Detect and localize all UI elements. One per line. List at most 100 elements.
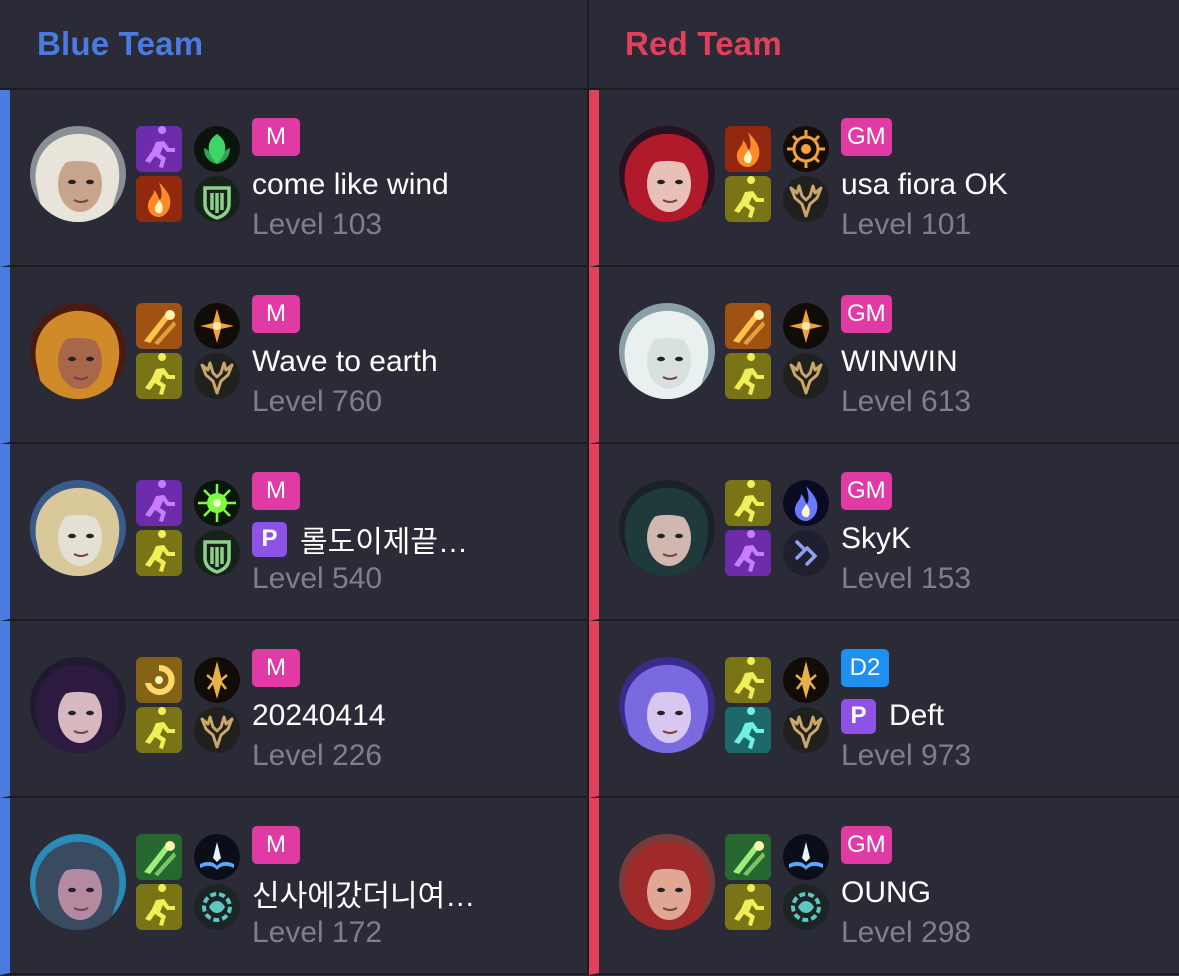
player-name[interactable]: OUNG	[841, 876, 931, 910]
red-team-title: Red Team	[625, 25, 782, 62]
player-name-row: 20240414	[252, 694, 385, 738]
player-level: Level 101	[841, 208, 972, 241]
champion-avatar[interactable]	[30, 657, 126, 753]
spell-yellow-flash-icon	[725, 176, 771, 222]
tier-badge: M	[252, 295, 300, 333]
spell-green-teleport-icon	[136, 834, 182, 880]
champion-avatar[interactable]	[30, 126, 126, 222]
player-level: Level 103	[252, 208, 383, 241]
player-name-row: P 롤도이제끝…	[252, 517, 468, 561]
champion-avatar[interactable]	[30, 834, 126, 930]
match-scoreboard: Blue Team Red Team M come like wind Leve…	[0, 0, 1179, 976]
rune-blue-book-icon	[783, 834, 829, 880]
red-player-row-3[interactable]: GM SkyK Level 153	[589, 444, 1179, 621]
rune-green-shield-icon	[194, 530, 240, 576]
spell-orange-strike-icon	[725, 303, 771, 349]
red-player-row-2[interactable]: GM WINWIN Level 613	[589, 267, 1179, 444]
spell-gold-swirl-icon	[136, 657, 182, 703]
rune-gold-sun-icon	[783, 126, 829, 172]
spell-purple-runner-icon	[725, 530, 771, 576]
blue-team-title: Blue Team	[0, 0, 589, 88]
team-header-row: Blue Team Red Team	[0, 0, 1179, 90]
player-level: Level 760	[252, 385, 383, 418]
champion-avatar[interactable]	[30, 480, 126, 576]
player-name[interactable]: usa fiora OK	[841, 168, 1008, 202]
spell-red-fire-icon	[725, 126, 771, 172]
rune-teal-gear-icon	[783, 884, 829, 930]
spell-yellow-flash-icon	[725, 353, 771, 399]
champion-avatar[interactable]	[619, 657, 715, 753]
player-name[interactable]: Wave to earth	[252, 345, 438, 379]
player-level: Level 226	[252, 739, 383, 772]
spell-purple-runner-icon	[136, 126, 182, 172]
tier-badge: GM	[841, 472, 892, 510]
player-name[interactable]: come like wind	[252, 168, 449, 202]
champion-avatar[interactable]	[619, 303, 715, 399]
red-player-row-1[interactable]: GM usa fiora OK Level 101	[589, 90, 1179, 267]
rune-gold-antlers-icon	[783, 353, 829, 399]
team-columns: M come like wind Level 103 M Wave to ear…	[0, 90, 1179, 975]
spell-orange-strike-icon	[136, 303, 182, 349]
player-name[interactable]: WINWIN	[841, 345, 958, 379]
pro-badge: P	[252, 521, 287, 557]
rune-gold-cross-icon	[194, 303, 240, 349]
spell-yellow-flash-icon	[725, 480, 771, 526]
player-name[interactable]: 20240414	[252, 699, 385, 733]
champion-avatar[interactable]	[619, 126, 715, 222]
player-name-row: Wave to earth	[252, 340, 438, 384]
red-player-row-4[interactable]: D2 P Deft Level 973	[589, 621, 1179, 798]
spell-yellow-flash-icon	[725, 657, 771, 703]
player-name-row: OUNG	[841, 871, 931, 915]
rune-gold-cross-icon	[783, 303, 829, 349]
player-name-row: 신사에갔더니여…	[252, 871, 475, 915]
spell-yellow-flash-icon	[136, 884, 182, 930]
blue-player-row-2[interactable]: M Wave to earth Level 760	[0, 267, 587, 444]
champion-avatar[interactable]	[619, 480, 715, 576]
rune-gold-antlers-icon	[194, 353, 240, 399]
rune-green-burst-icon	[194, 480, 240, 526]
rune-gold-antlers-icon	[783, 176, 829, 222]
spell-purple-runner-icon	[136, 480, 182, 526]
blue-player-row-5[interactable]: M 신사에갔더니여… Level 172	[0, 798, 587, 975]
tier-badge: D2	[841, 649, 889, 687]
player-level: Level 613	[841, 385, 972, 418]
blue-player-row-1[interactable]: M come like wind Level 103	[0, 90, 587, 267]
rune-blue-flame-icon	[783, 480, 829, 526]
player-name-row: P Deft	[841, 694, 944, 738]
player-name[interactable]: 신사에갔더니여…	[252, 871, 475, 915]
player-name[interactable]: SkyK	[841, 522, 911, 556]
champion-avatar[interactable]	[619, 834, 715, 930]
rune-gold-blade-icon	[194, 657, 240, 703]
tier-badge: GM	[841, 826, 892, 864]
rune-gold-blade-icon	[783, 657, 829, 703]
blue-team-list: M come like wind Level 103 M Wave to ear…	[0, 90, 589, 975]
champion-avatar[interactable]	[30, 303, 126, 399]
rune-blue-arrows-icon	[783, 530, 829, 576]
spell-green-teleport-icon	[725, 834, 771, 880]
tier-badge: M	[252, 826, 300, 864]
red-player-row-5[interactable]: GM OUNG Level 298	[589, 798, 1179, 975]
player-level: Level 153	[841, 562, 972, 595]
player-level: Level 298	[841, 916, 972, 949]
blue-player-row-4[interactable]: M 20240414 Level 226	[0, 621, 587, 798]
red-team-list: GM usa fiora OK Level 101 GM WINWIN Leve…	[589, 90, 1179, 975]
player-name-row: WINWIN	[841, 340, 958, 384]
player-level: Level 540	[252, 562, 383, 595]
spell-yellow-flash-icon	[136, 530, 182, 576]
rune-teal-gear-icon	[194, 884, 240, 930]
pro-badge: P	[841, 698, 876, 734]
spell-yellow-flash-icon	[136, 353, 182, 399]
player-name-row: usa fiora OK	[841, 163, 1008, 207]
spell-red-fire-icon	[136, 176, 182, 222]
player-level: Level 172	[252, 916, 383, 949]
rune-green-shield-icon	[194, 176, 240, 222]
player-name[interactable]: 롤도이제끝…	[300, 517, 468, 561]
tier-badge: M	[252, 472, 300, 510]
spell-teal-runner-icon	[725, 707, 771, 753]
blue-player-row-3[interactable]: M P 롤도이제끝… Level 540	[0, 444, 587, 621]
player-name[interactable]: Deft	[889, 699, 944, 733]
tier-badge: M	[252, 649, 300, 687]
player-name-row: SkyK	[841, 517, 911, 561]
rune-gold-antlers-icon	[783, 707, 829, 753]
tier-badge: GM	[841, 295, 892, 333]
